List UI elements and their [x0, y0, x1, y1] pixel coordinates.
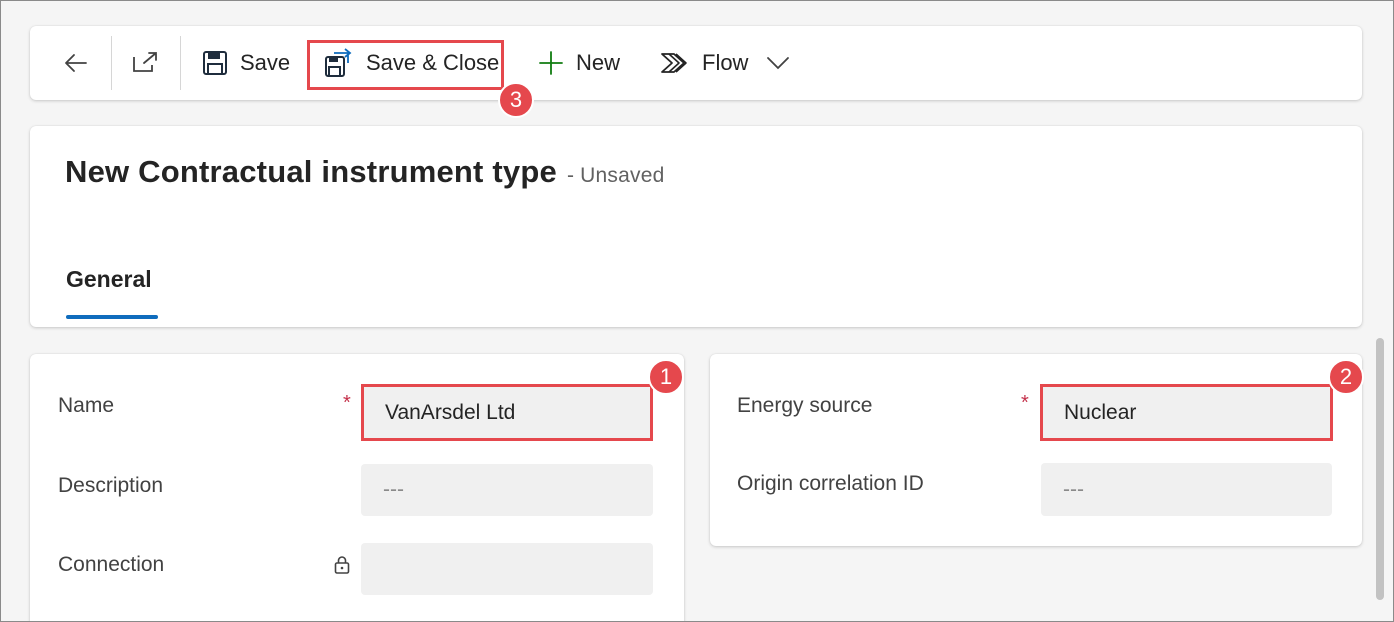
toolbar-divider [180, 36, 181, 90]
name-label: Name [58, 394, 115, 417]
chevron-down-icon [766, 55, 790, 71]
toolbar-divider [111, 36, 112, 90]
flow-button[interactable]: Flow [660, 26, 748, 100]
save-button[interactable]: Save [202, 26, 290, 100]
step-badge-2: 2 [1328, 359, 1364, 395]
flow-icon [660, 51, 690, 75]
energy-source-label: Energy source [737, 394, 873, 417]
energy-source-lookup[interactable]: Nuclear [1042, 386, 1331, 440]
origin-correlation-id-label: Origin correlation ID [737, 472, 924, 495]
page-title: New Contractual instrument type - Unsaved [65, 154, 664, 190]
arrow-left-icon [62, 49, 90, 77]
lock-icon [333, 555, 351, 580]
tab-general[interactable]: General [66, 266, 152, 293]
required-indicator: * [343, 392, 351, 414]
vertical-scrollbar-thumb[interactable] [1376, 338, 1384, 600]
name-input[interactable]: VanArsdel Ltd [363, 386, 651, 440]
plus-icon [538, 50, 564, 76]
description-input[interactable]: --- [361, 464, 653, 516]
general-section-right: Energy source * Nuclear Origin correlati… [710, 354, 1362, 546]
save-label: Save [240, 50, 291, 75]
save-and-close-label: Save & Close [366, 50, 500, 75]
active-tab-indicator [66, 315, 158, 319]
save-icon [202, 50, 228, 76]
back-button[interactable] [62, 26, 90, 100]
save-and-close-button[interactable]: Save & Close [324, 26, 499, 100]
open-in-new-window-icon [130, 49, 160, 77]
connection-label: Connection [58, 553, 165, 576]
save-and-close-icon [324, 48, 354, 78]
flow-label: Flow [702, 50, 749, 75]
description-label: Description [58, 474, 164, 497]
general-section-left: Name * VanArsdel Ltd Description --- Con… [30, 354, 684, 622]
new-button[interactable]: New [538, 26, 620, 100]
form-header: New Contractual instrument type - Unsaved… [30, 126, 1362, 327]
command-bar: Save Save & Close New Flow [30, 26, 1362, 100]
flow-dropdown-button[interactable] [766, 26, 790, 100]
open-in-new-window-button[interactable] [130, 26, 160, 100]
new-label: New [576, 50, 621, 75]
required-indicator: * [1021, 392, 1029, 414]
step-badge-3: 3 [498, 82, 534, 118]
step-badge-1: 1 [648, 359, 684, 395]
page-title-text: New Contractual instrument type [65, 154, 557, 189]
origin-correlation-id-input[interactable]: --- [1041, 463, 1332, 516]
save-status: - Unsaved [566, 164, 665, 187]
connection-input[interactable] [361, 543, 653, 595]
